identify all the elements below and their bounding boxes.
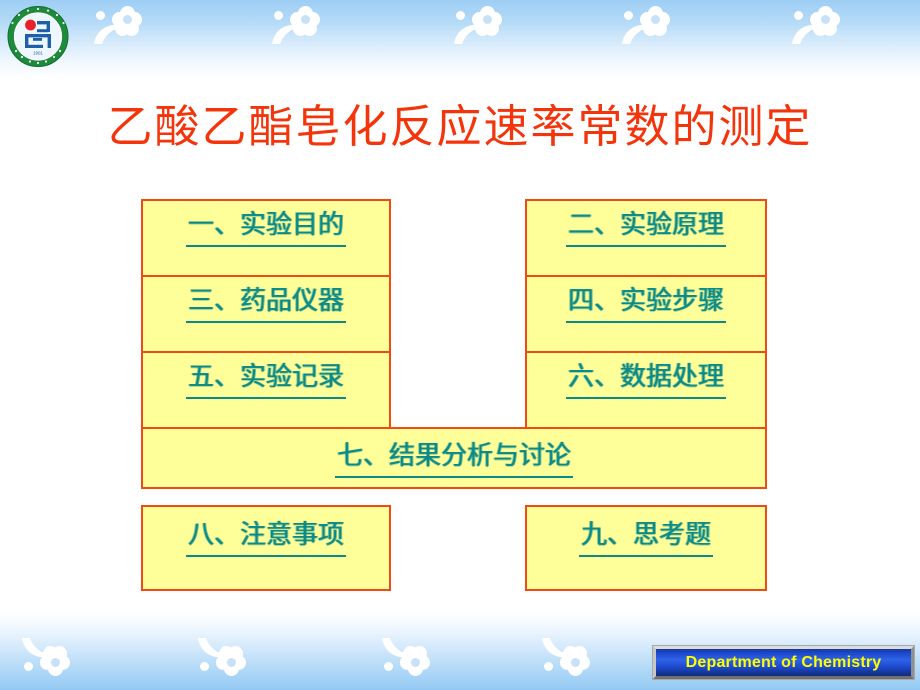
blossom-dot-icon <box>624 11 633 20</box>
blossom-dot-icon <box>24 662 33 671</box>
menu-item-label: 六、数据处理 <box>565 360 726 399</box>
presentation-slide: 1901 乙酸乙酯皂化反应速率常数的测定 一、实验目的 二、实验原理 三、药品仪… <box>0 0 920 690</box>
menu-item-objectives[interactable]: 一、实验目的 <box>141 199 391 277</box>
blossom-icon <box>92 6 156 46</box>
contents-menu: 一、实验目的 二、实验原理 三、药品仪器 四、实验步骤 五、实验记录 六、数据处… <box>141 199 767 591</box>
blossom-icon <box>380 636 444 676</box>
swoosh-icon <box>270 20 316 46</box>
menu-item-label: 九、思考题 <box>578 518 713 557</box>
blossom-dot-icon <box>200 662 209 671</box>
swoosh-icon <box>92 20 138 46</box>
top-decoration-band <box>0 0 920 78</box>
page-title: 乙酸乙酯皂化反应速率常数的测定 <box>107 100 813 153</box>
menu-item-procedure[interactable]: 四、实验步骤 <box>525 275 767 353</box>
swoosh-icon <box>540 636 586 662</box>
blossom-icon <box>790 6 854 46</box>
blossom-icon <box>270 6 334 46</box>
blossom-dot-icon <box>96 11 105 20</box>
blossom-dot-icon <box>274 11 283 20</box>
swoosh-icon <box>620 20 666 46</box>
department-label: Department of Chemistry <box>685 653 882 671</box>
menu-item-label: 七、结果分析与讨论 <box>334 439 573 478</box>
menu-item-label: 四、实验步骤 <box>565 284 726 323</box>
blossom-icon <box>620 6 684 46</box>
university-logo: 1901 <box>6 5 70 68</box>
blossom-icon <box>196 636 260 676</box>
menu-item-questions[interactable]: 九、思考题 <box>525 505 767 591</box>
menu-item-label: 三、药品仪器 <box>185 284 346 323</box>
menu-item-label: 一、实验目的 <box>185 208 346 247</box>
menu-item-records[interactable]: 五、实验记录 <box>141 351 391 429</box>
swoosh-icon <box>20 636 66 662</box>
blossom-icon <box>452 6 516 46</box>
menu-item-label: 八、注意事项 <box>185 518 346 557</box>
menu-item-data-processing[interactable]: 六、数据处理 <box>525 351 767 429</box>
menu-item-label: 五、实验记录 <box>185 360 346 399</box>
swoosh-icon <box>196 636 242 662</box>
svg-text:1901: 1901 <box>33 51 43 56</box>
swoosh-icon <box>452 20 498 46</box>
swoosh-icon <box>790 20 836 46</box>
menu-item-principle[interactable]: 二、实验原理 <box>525 199 767 277</box>
menu-item-precautions[interactable]: 八、注意事项 <box>141 505 391 591</box>
blossom-dot-icon <box>456 11 465 20</box>
blossom-dot-icon <box>384 662 393 671</box>
blossom-icon <box>20 636 84 676</box>
menu-item-reagents-instruments[interactable]: 三、药品仪器 <box>141 275 391 353</box>
menu-item-label: 二、实验原理 <box>565 208 726 247</box>
blossom-dot-icon <box>794 11 803 20</box>
swoosh-icon <box>380 636 426 662</box>
blossom-icon <box>540 636 604 676</box>
menu-item-results-discussion[interactable]: 七、结果分析与讨论 <box>141 427 767 489</box>
blossom-dot-icon <box>544 662 553 671</box>
department-banner: Department of Chemistry <box>653 646 914 679</box>
